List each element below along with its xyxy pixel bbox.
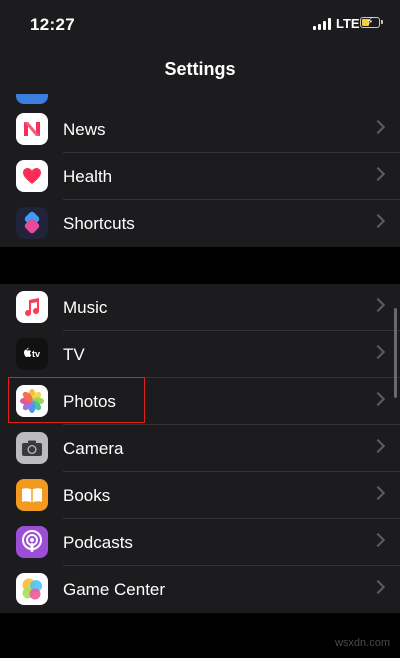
row-label: Shortcuts [63, 214, 135, 233]
watermark: wsxdn.com [334, 637, 390, 649]
settings-row-podcasts[interactable]: Podcasts [0, 519, 400, 566]
status-time: 12:27 [30, 15, 75, 34]
chevron-right-icon [370, 579, 386, 595]
settings-row-shortcuts[interactable]: Shortcuts [0, 200, 400, 247]
page-title: Settings [164, 59, 236, 79]
row-label: Photos [63, 392, 116, 411]
chevron-right-icon [370, 166, 386, 182]
scroll-indicator[interactable] [394, 308, 397, 398]
network-type: LTE [336, 16, 360, 31]
settings-row-music[interactable]: Music [0, 284, 400, 331]
row-label: Books [63, 486, 111, 505]
news-icon [16, 113, 48, 145]
status-bar: 12:27 LTE ⚡ [0, 0, 400, 48]
settings-row-health[interactable]: Health [0, 153, 400, 200]
chevron-right-icon [370, 485, 386, 501]
settings-row-camera[interactable]: Camera [0, 425, 400, 472]
health-icon [16, 160, 48, 192]
chevron-right-icon [370, 532, 386, 548]
row-label: TV [63, 345, 85, 364]
books-icon [16, 479, 48, 511]
game-center-icon [16, 573, 48, 605]
camera-icon [16, 432, 48, 464]
chevron-right-icon [370, 438, 386, 454]
row-label: Health [63, 167, 113, 186]
row-label: Camera [63, 439, 124, 458]
cellular-signal-icon [313, 18, 333, 30]
settings-row-news[interactable]: News [0, 106, 400, 153]
settings-row-game-center[interactable]: Game Center [0, 566, 400, 613]
navigation-bar: Settings [0, 48, 400, 94]
tv-icon: tv [16, 338, 48, 370]
chevron-right-icon [370, 391, 386, 407]
partial-list-item [0, 94, 400, 106]
shortcuts-icon [16, 207, 48, 239]
svg-text:tv: tv [32, 349, 40, 359]
settings-group-apps-1: News Health Shortcuts [0, 106, 400, 247]
settings-row-tv[interactable]: tv TV [0, 331, 400, 378]
music-icon [16, 291, 48, 323]
row-label: Music [63, 298, 108, 317]
chevron-right-icon [370, 213, 386, 229]
chevron-right-icon [370, 119, 386, 135]
podcasts-icon [16, 526, 48, 558]
row-label: News [63, 120, 106, 139]
row-label: Podcasts [63, 533, 133, 552]
settings-row-photos[interactable]: Photos [0, 378, 400, 425]
chevron-right-icon [370, 297, 386, 313]
chevron-right-icon [370, 344, 386, 360]
row-label: Game Center [63, 580, 166, 599]
settings-row-books[interactable]: Books [0, 472, 400, 519]
battery-charging-icon: ⚡ [360, 16, 383, 28]
app-icon [16, 94, 48, 104]
settings-group-apps-2: Music tv TV Photos Camera Books Podcasts… [0, 284, 400, 613]
photos-icon [16, 385, 48, 417]
